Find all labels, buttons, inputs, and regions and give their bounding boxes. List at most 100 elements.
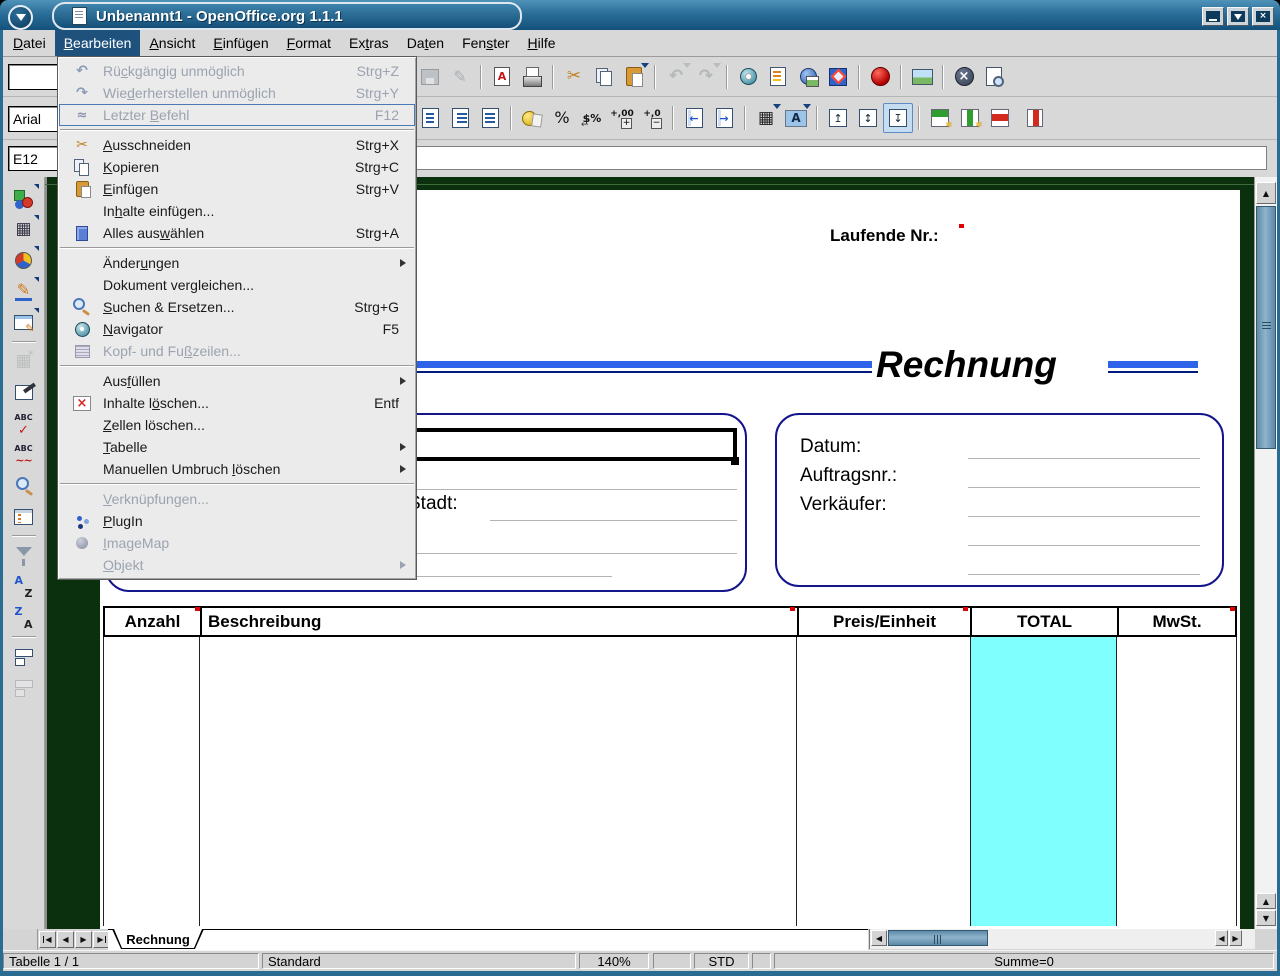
export-pdf-button[interactable] <box>487 62 517 92</box>
menubar-item-ansicht[interactable]: Ansicht <box>140 30 204 56</box>
vertical-scrollbar[interactable]: ▲ ▲ ▼ <box>1254 177 1277 929</box>
scroll-left-button[interactable]: ◀ <box>871 930 887 946</box>
autofilter-button[interactable] <box>8 540 40 571</box>
menu-item-fill[interactable]: Ausfüllen <box>59 370 415 392</box>
menu-item-cut[interactable]: AusschneidenStrg+X <box>59 134 415 156</box>
align-middle-button[interactable] <box>853 103 883 133</box>
stylist-button[interactable] <box>763 62 793 92</box>
menu-item-delete-cells[interactable]: Zellen löschen... <box>59 414 415 436</box>
menubar-item-format[interactable]: Format <box>278 30 340 56</box>
previous-sheet-button[interactable]: ◀ <box>57 931 74 948</box>
spellcheck-button[interactable] <box>8 408 40 439</box>
maximize-button[interactable] <box>1227 7 1249 26</box>
edit-file-button[interactable] <box>445 62 475 92</box>
status-zoom[interactable]: 140% <box>579 953 649 969</box>
align-bottom-button[interactable] <box>883 103 913 133</box>
menu-item-compare-document[interactable]: Dokument vergleichen... <box>59 274 415 296</box>
status-page-style[interactable]: Standard <box>262 953 576 969</box>
menubar-item-daten[interactable]: Daten <box>398 30 453 56</box>
scroll-right-button[interactable]: ▶ <box>1229 930 1242 946</box>
scroll-up-button[interactable]: ▲ <box>1256 182 1276 204</box>
menubar-item-datei[interactable]: Datei <box>4 30 55 56</box>
delete-decimal-button[interactable] <box>637 103 667 133</box>
menubar-item-extras[interactable]: Extras <box>340 30 398 56</box>
cut-button[interactable] <box>559 62 589 92</box>
paste-button[interactable] <box>619 62 649 92</box>
menu-item-delete-manual-break[interactable]: Manuellen Umbruch löschen <box>59 458 415 480</box>
sort-ascending-button[interactable] <box>8 571 40 602</box>
choose-themes-button[interactable] <box>8 377 40 408</box>
title-bar[interactable]: Unbenannt1 - OpenOffice.org 1.1.1 × <box>0 0 1280 30</box>
menu-item-plugin[interactable]: PlugIn <box>59 510 415 532</box>
menubar-item-hilfe[interactable]: Hilfe <box>519 30 565 56</box>
zoom-button[interactable] <box>823 62 853 92</box>
menu-item-copy[interactable]: KopierenStrg+C <box>59 156 415 178</box>
increase-indent-button[interactable] <box>709 103 739 133</box>
group-button[interactable] <box>8 641 40 672</box>
insert-button[interactable] <box>8 183 40 214</box>
menu-item-navigator[interactable]: NavigatorF5 <box>59 318 415 340</box>
align-center-button[interactable] <box>415 103 445 133</box>
vertical-scroll-thumb[interactable] <box>1256 206 1276 449</box>
font-name-combo[interactable]: Arial <box>8 106 63 132</box>
draw-functions-button[interactable] <box>8 276 40 307</box>
window-menu-button[interactable] <box>8 5 33 30</box>
status-sum[interactable]: Summe=0 <box>774 953 1274 969</box>
menu-item-changes[interactable]: Änderungen <box>59 252 415 274</box>
horizontal-scroll-thumb[interactable] <box>888 930 988 946</box>
insert-column-button[interactable] <box>955 103 985 133</box>
first-sheet-button[interactable]: ◀ <box>39 931 56 948</box>
scroll-down-button[interactable]: ▼ <box>1256 910 1276 926</box>
menubar-item-einfugen[interactable]: Einfügen <box>204 30 277 56</box>
undo-button[interactable] <box>661 62 691 92</box>
redo-button[interactable] <box>691 62 721 92</box>
formula-input[interactable] <box>415 146 1267 170</box>
background-color-button[interactable] <box>781 103 811 133</box>
status-selection-mode[interactable]: STD <box>694 953 749 969</box>
record-button[interactable] <box>865 62 895 92</box>
autoformat-button[interactable] <box>8 346 40 377</box>
align-right-button[interactable] <box>445 103 475 133</box>
scroll-split-left-button[interactable]: ◀ <box>1215 930 1228 946</box>
print-direct-button[interactable] <box>517 62 547 92</box>
auto-spellcheck-button[interactable] <box>8 439 40 470</box>
menu-item-paste[interactable]: EinfügenStrg+V <box>59 178 415 200</box>
menu-item-find-replace[interactable]: Suchen & Ersetzen...Strg+G <box>59 296 415 318</box>
borders-button[interactable] <box>751 103 781 133</box>
page-preview-button[interactable] <box>979 62 1009 92</box>
insert-graphic-button[interactable] <box>907 62 937 92</box>
add-decimal-button[interactable] <box>607 103 637 133</box>
load-url-combo[interactable] <box>8 64 63 90</box>
form-functions-button[interactable] <box>8 307 40 338</box>
horizontal-scrollbar[interactable]: ◀ ◀ ▶ <box>869 929 1255 949</box>
cell-reference-box[interactable]: E12 <box>8 146 63 171</box>
sort-descending-button[interactable] <box>8 602 40 633</box>
delete-row-button[interactable] <box>985 103 1015 133</box>
menu-item-delete-contents[interactable]: Inhalte löschen...Entf <box>59 392 415 414</box>
save-button[interactable] <box>415 62 445 92</box>
percent-button[interactable] <box>547 103 577 133</box>
ungroup-button[interactable] <box>8 672 40 703</box>
menubar-item-fenster[interactable]: Fenster <box>453 30 518 56</box>
gallery-button[interactable] <box>793 62 823 92</box>
menu-item-paste-special[interactable]: Inhalte einfügen... <box>59 200 415 222</box>
hyperlink-button[interactable] <box>733 62 763 92</box>
search-button[interactable] <box>8 470 40 501</box>
delete-column-button[interactable] <box>1015 103 1045 133</box>
sheet-tab-rechnung[interactable]: Rechnung <box>112 929 204 949</box>
insert-object-button[interactable] <box>8 245 40 276</box>
decrease-indent-button[interactable] <box>679 103 709 133</box>
minimize-button[interactable] <box>1202 7 1224 26</box>
justify-button[interactable] <box>475 103 505 133</box>
stop-loading-button[interactable] <box>949 62 979 92</box>
copy-button[interactable] <box>589 62 619 92</box>
close-button[interactable]: × <box>1252 7 1274 26</box>
menu-item-select-all[interactable]: Alles auswählenStrg+A <box>59 222 415 244</box>
currency-button[interactable] <box>517 103 547 133</box>
align-top-button[interactable] <box>823 103 853 133</box>
standard-format-button[interactable] <box>577 103 607 133</box>
menubar-item-bearbeiten[interactable]: Bearbeiten <box>55 30 141 56</box>
data-sources-button[interactable] <box>8 501 40 532</box>
next-sheet-button[interactable]: ▶ <box>75 931 92 948</box>
insert-cells-button[interactable] <box>8 214 40 245</box>
